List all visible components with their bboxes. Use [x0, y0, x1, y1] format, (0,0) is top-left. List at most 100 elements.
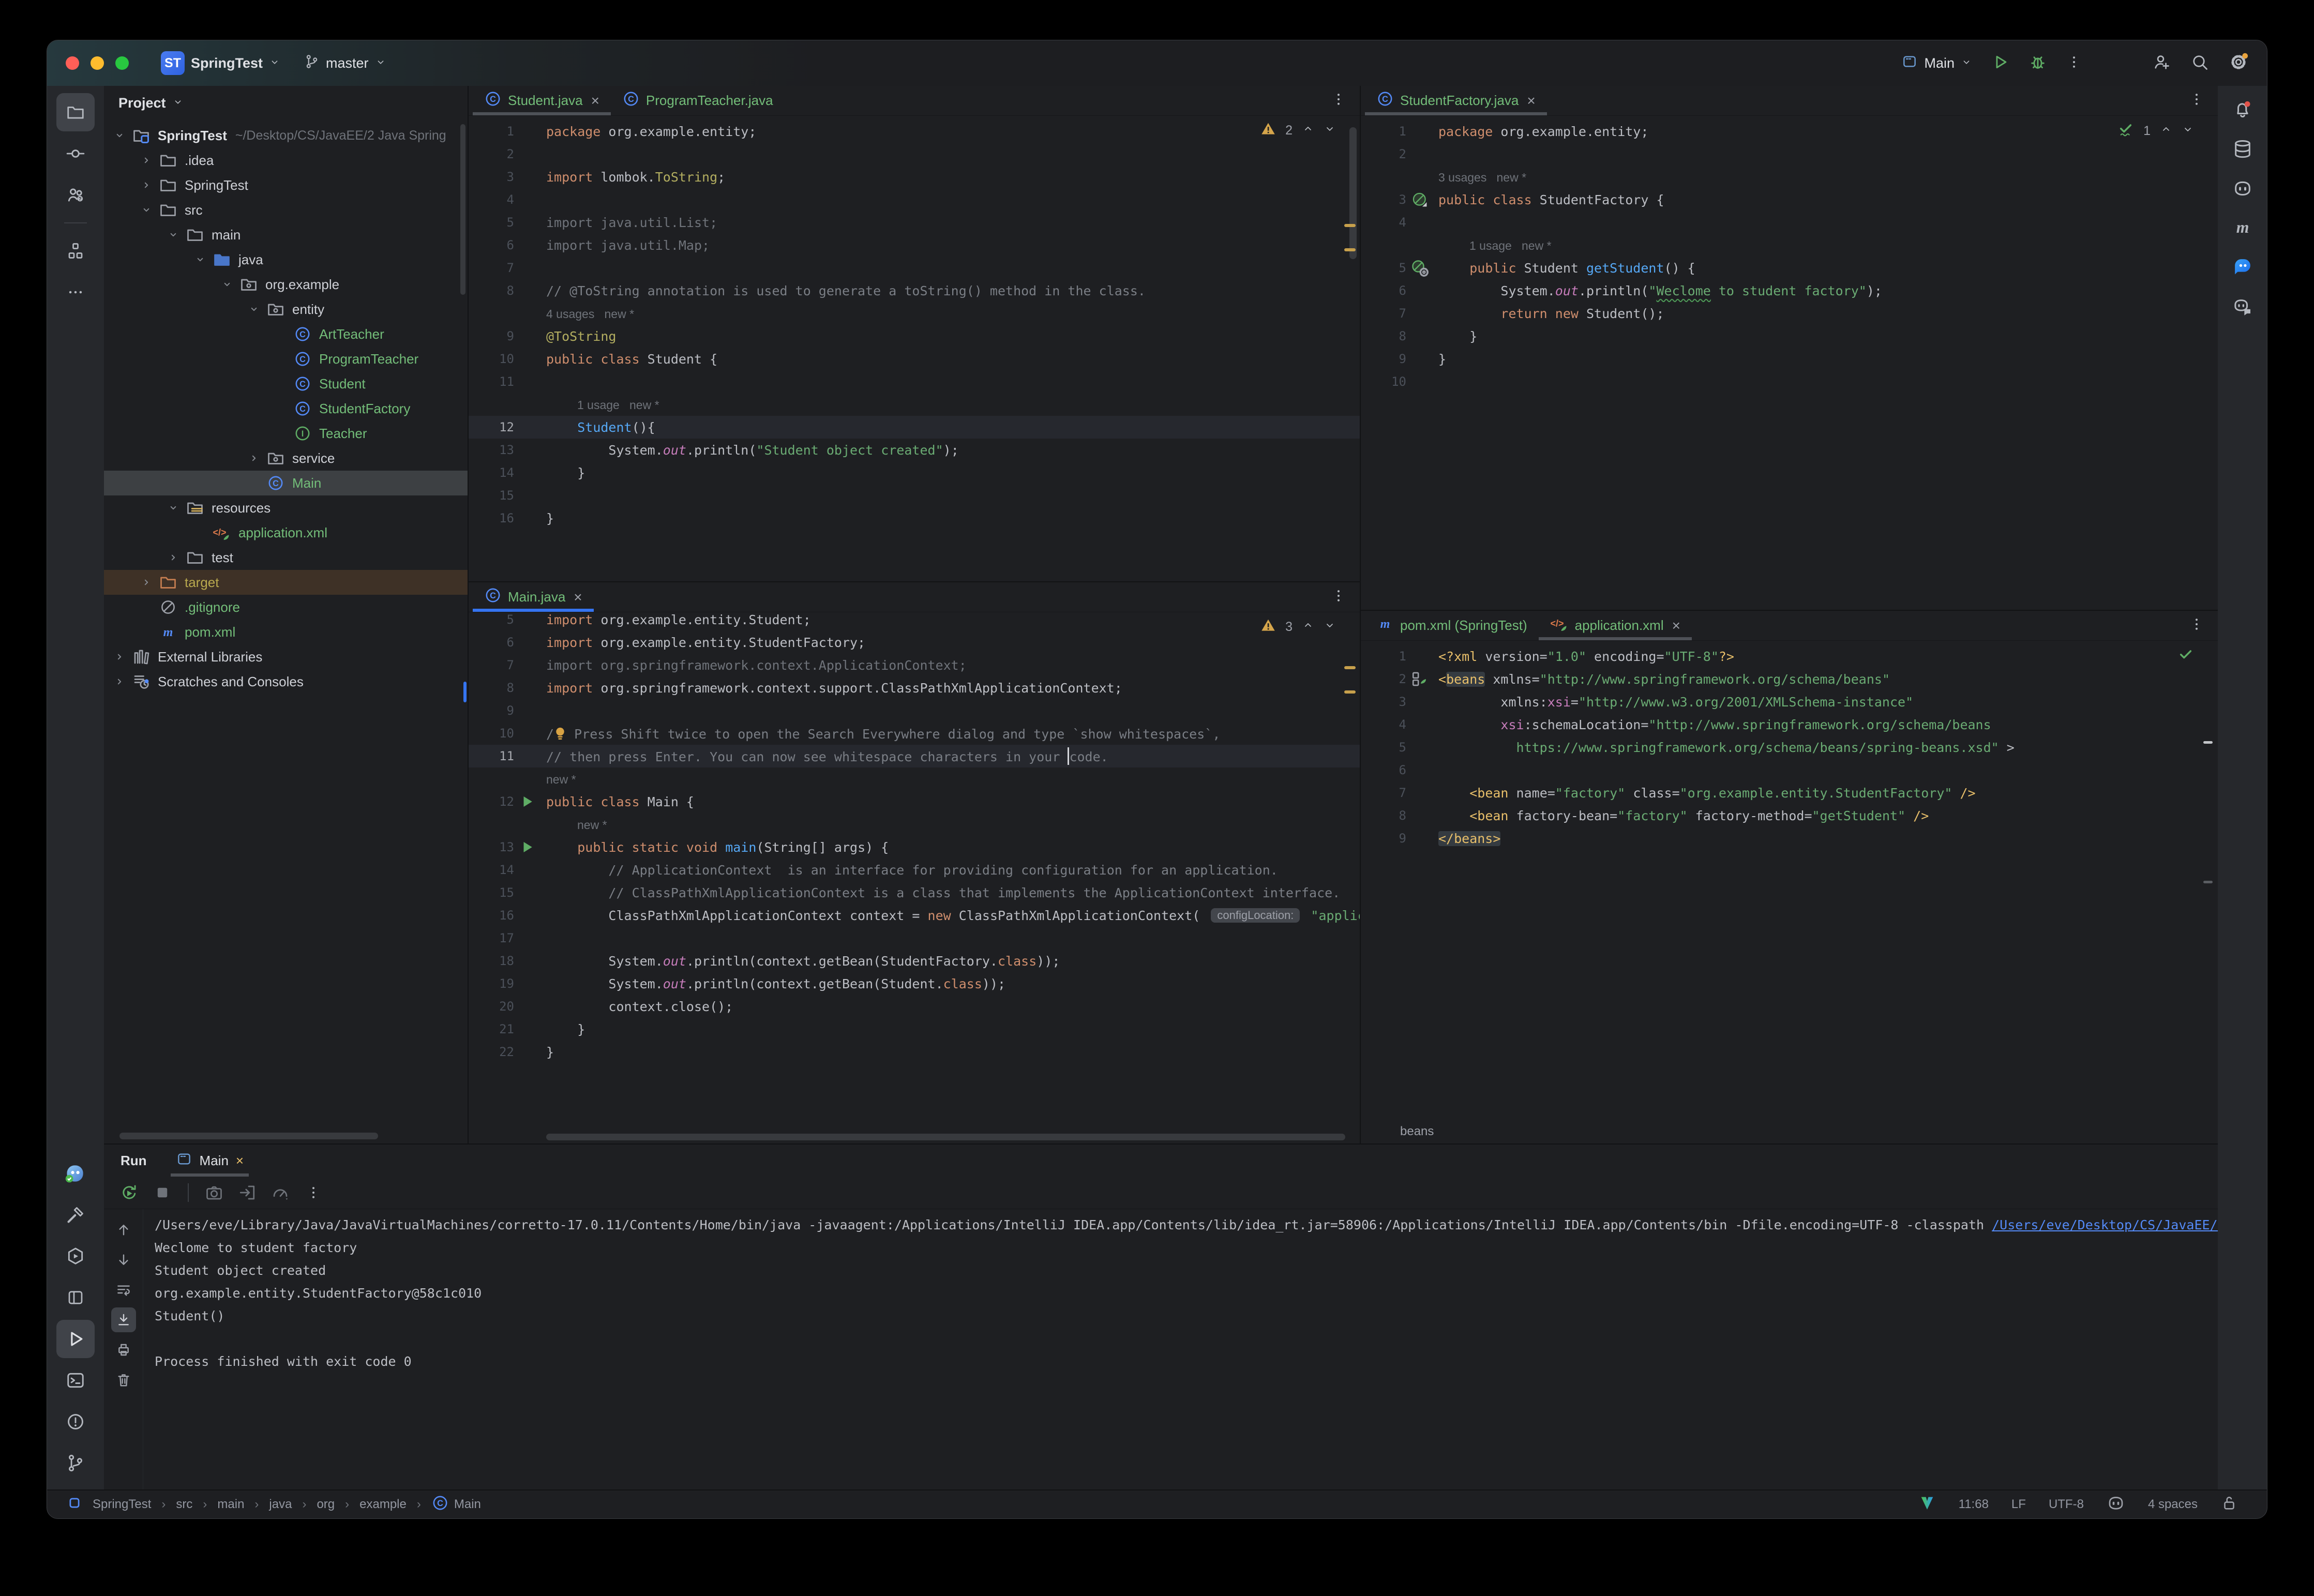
import-test-button[interactable] [234, 1180, 260, 1206]
tree-chevron-icon[interactable] [136, 203, 157, 217]
tree-chevron-icon[interactable] [109, 129, 130, 142]
tree-item-scratches-and-consoles[interactable]: Scratches and Consoles [104, 669, 468, 694]
status-lf[interactable]: LF [2011, 1497, 2026, 1512]
code-with-me-button[interactable] [2152, 53, 2171, 74]
tool-pull-requests[interactable]: ? [56, 176, 95, 214]
code-editor-area[interactable]: 1 <?xml version="1.0" encoding="UTF-8"?> 2… [1361, 641, 2218, 1120]
bean-gutter-icon[interactable] [1406, 259, 1433, 277]
tool-ai-assistant[interactable] [56, 1154, 95, 1193]
breadcrumb-item[interactable]: src [176, 1497, 192, 1512]
tree-item--gitignore[interactable]: .gitignore [104, 595, 468, 620]
breadcrumb-item[interactable]: C Main [431, 1494, 481, 1515]
tool-copilot[interactable] [2225, 172, 2260, 205]
inspection-widget[interactable]: 2 [1260, 121, 1336, 140]
tree-item-external-libraries[interactable]: External Libraries [104, 644, 468, 669]
breadcrumb-item[interactable]: org [317, 1497, 335, 1512]
project-tree[interactable]: SpringTest ~/Desktop/CS/JavaEE/2 Java Spr… [104, 120, 468, 1143]
status-4-spaces[interactable]: 4 spaces [2148, 1497, 2198, 1512]
arrow-down-button[interactable] [111, 1247, 136, 1272]
tree-item-main[interactable]: C Main [104, 471, 468, 495]
previous-problem-icon[interactable] [1302, 123, 1314, 139]
breadcrumb[interactable]: SpringTest › src › main › java › org › example › C Ma… [67, 1494, 481, 1515]
tree-item-src[interactable]: src [104, 198, 468, 222]
tool-copilot-chat[interactable] [2225, 290, 2260, 323]
previous-problem-icon[interactable] [2160, 123, 2172, 139]
inspection-widget[interactable] [2177, 646, 2194, 666]
tool-more[interactable] [56, 273, 95, 311]
close-icon[interactable]: × [236, 1153, 244, 1169]
tool-ai-chat[interactable] [2225, 250, 2260, 283]
arrow-up-button[interactable] [111, 1217, 136, 1242]
rerun-button[interactable] [116, 1180, 142, 1206]
zoom-window-button[interactable] [115, 56, 129, 70]
code-editor-area[interactable]: 1 package org.example.entity; 2 3 import lom… [469, 116, 1360, 581]
lock-icon[interactable] [2220, 1494, 2238, 1515]
tab-programteacher-java[interactable]: C ProgramTeacher.java [611, 86, 785, 115]
tool-database[interactable] [2225, 132, 2260, 165]
tool-version-control[interactable] [56, 1444, 95, 1482]
tab-main-java[interactable]: C Main.java × [473, 582, 594, 612]
tool-profiler[interactable] [56, 1278, 95, 1317]
tree-chevron-icon[interactable] [244, 451, 264, 465]
project-horizontal-scrollbar[interactable] [119, 1133, 378, 1139]
tree-item-application-xml[interactable]: </> application.xml [104, 520, 468, 545]
tree-chevron-icon[interactable] [190, 253, 211, 266]
close-icon[interactable]: × [591, 93, 599, 109]
tree-chevron-icon[interactable] [136, 178, 157, 192]
run-tab-main[interactable]: Main × [171, 1145, 249, 1177]
status-11-68[interactable]: 11:68 [1959, 1497, 1989, 1512]
close-icon[interactable]: × [574, 589, 582, 606]
tool-commit[interactable] [56, 134, 95, 173]
more-actions-button[interactable] [2066, 54, 2082, 72]
previous-problem-icon[interactable] [1302, 619, 1314, 635]
tree-item-programteacher[interactable]: C ProgramTeacher [104, 347, 468, 371]
tree-item-java[interactable]: java [104, 247, 468, 272]
bean-gutter-icon[interactable] [1406, 670, 1433, 688]
tree-item-entity[interactable]: entity [104, 297, 468, 322]
run-button[interactable] [1992, 53, 2009, 73]
tree-item-service[interactable]: service [104, 446, 468, 471]
chevron-down-icon[interactable] [172, 95, 184, 111]
next-problem-icon[interactable] [2182, 123, 2194, 139]
tree-item-studentfactory[interactable]: C StudentFactory [104, 396, 468, 421]
tree-item-resources[interactable]: resources [104, 495, 468, 520]
inspection-widget[interactable]: 3 [1260, 618, 1336, 637]
tree-chevron-icon[interactable] [163, 228, 184, 242]
code-editor-area[interactable]: 1 package org.example.entity; 2 3 usages ne… [1361, 116, 2218, 610]
minimize-window-button[interactable] [91, 56, 104, 70]
tool-run[interactable] [56, 1320, 95, 1358]
tree-item-main[interactable]: main [104, 222, 468, 247]
tool-project-folder[interactable] [56, 93, 95, 131]
next-problem-icon[interactable] [1324, 619, 1336, 635]
tool-problems[interactable] [56, 1403, 95, 1441]
tab-options-icon[interactable] [2189, 92, 2204, 110]
clear-button[interactable] [111, 1367, 136, 1392]
project-selector[interactable]: ST SpringTest [161, 51, 280, 75]
tab-options-icon[interactable] [2189, 616, 2204, 635]
console-output[interactable]: /Users/eve/Library/Java/JavaVirtualMachi… [143, 1209, 2218, 1489]
tree-item-test[interactable]: test [104, 545, 468, 570]
editor-horizontal-scrollbar[interactable] [546, 1134, 1345, 1140]
tree-item-artteacher[interactable]: C ArtTeacher [104, 322, 468, 347]
tree-chevron-icon[interactable] [109, 675, 130, 688]
tool-maven-strip[interactable]: m [2225, 211, 2260, 244]
tree-chevron-icon[interactable] [163, 501, 184, 515]
tool-structure[interactable] [56, 232, 95, 270]
tab-student-java[interactable]: C Student.java × [473, 86, 611, 115]
run-gutter-icon[interactable] [514, 794, 541, 809]
tree-item--idea[interactable]: .idea [104, 148, 468, 173]
tree-item-teacher[interactable]: I Teacher [104, 421, 468, 446]
tree-item-pom-xml[interactable]: m pom.xml [104, 620, 468, 644]
stop-button[interactable] [149, 1180, 175, 1206]
tool-notifications[interactable] [2225, 93, 2260, 126]
project-vertical-scrollbar[interactable] [460, 124, 465, 295]
kebab-button[interactable] [300, 1180, 326, 1206]
vim-icon[interactable] [1918, 1494, 1936, 1515]
gauge-button[interactable] [267, 1180, 293, 1206]
tree-item-springtest[interactable]: SpringTest ~/Desktop/CS/JavaEE/2 Java Spr… [104, 123, 468, 148]
tree-chevron-icon[interactable] [217, 278, 237, 291]
inspection-widget[interactable]: 1 [2117, 121, 2194, 141]
search-everywhere-button[interactable] [2190, 53, 2209, 74]
tree-chevron-icon[interactable] [244, 303, 264, 316]
next-problem-icon[interactable] [1324, 123, 1336, 139]
